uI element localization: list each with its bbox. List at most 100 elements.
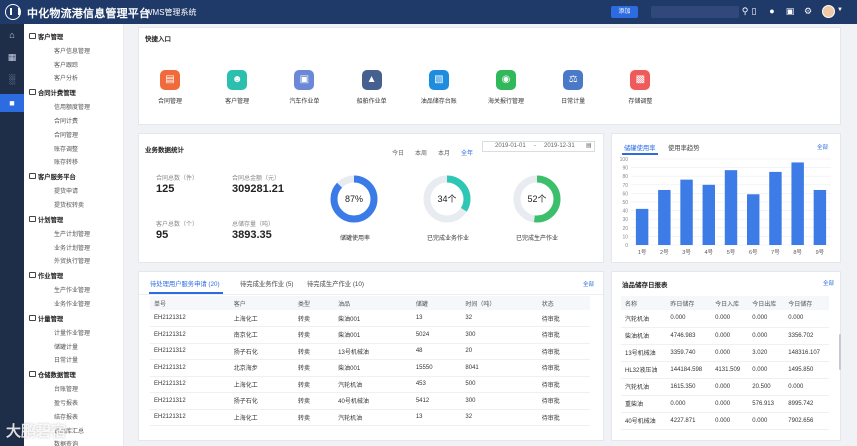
tab-service-requests[interactable]: 待处理用户服务申请 (20) <box>150 279 220 288</box>
x-tick-label: 9号 <box>816 249 825 256</box>
table-row[interactable]: 汽轮机油 1615.350 0.000 20.500 0.000 <box>621 378 829 396</box>
table-cell: 0.000 <box>711 378 749 396</box>
ring-value: 87% <box>345 194 363 204</box>
table-cell: 柴油001 <box>334 310 412 327</box>
table-row[interactable]: HL32液压油 144184.598 4131.509 0.000 1495.850 <box>621 361 829 379</box>
column-header[interactable]: 今日入库 <box>711 296 749 310</box>
inventory-title: 油品储存日报表 <box>622 282 668 289</box>
table-cell: 4227.871 <box>666 412 712 430</box>
table-row[interactable]: EH2121312 北京海步 转卖 柴油001 15550 8041 待审批 <box>150 359 590 377</box>
table-cell: 48 <box>411 343 462 360</box>
column-header[interactable]: 名称 <box>621 296 667 310</box>
table-cell: 扬子石化 <box>229 343 294 360</box>
table-cell: 0.000 <box>666 395 712 413</box>
tank-usage-chart: 0 10 20 30 40 50 60 70 80 90 100 1号 2号 3号 4号 5号 6号 7号 8号 9号 <box>620 157 831 256</box>
table-cell: 453 <box>411 376 462 393</box>
table-cell: 0.000 <box>748 310 785 328</box>
inventory-more-link[interactable]: 全部 <box>823 279 834 287</box>
table-header: 名称 昨日储存 今日入库 今日出库 今日储存 <box>621 296 829 310</box>
table-cell: 13 <box>411 409 462 426</box>
table-cell: 转卖 <box>293 326 335 344</box>
y-tick-label: 30 <box>622 217 628 223</box>
bar <box>769 171 782 245</box>
table-cell: EH2121312 <box>150 310 230 327</box>
bar <box>791 162 804 245</box>
table-row[interactable]: EH2121312 上海化工 转卖 柴油001 13 32 待审批 <box>150 310 590 327</box>
table-cell: 汽轮机油 <box>334 409 412 426</box>
table-cell: 南京化工 <box>229 326 294 344</box>
table-row[interactable]: 柴油机油 4746.983 0.000 0.000 3356.702 <box>621 327 829 345</box>
column-header[interactable]: 时间（吨） <box>461 296 538 310</box>
table-cell: 0.000 <box>711 310 749 328</box>
bar <box>702 184 715 245</box>
table-cell: 柴油001 <box>334 359 412 377</box>
tasks-more-link[interactable]: 全部 <box>583 280 594 288</box>
bar <box>724 170 738 245</box>
ring-value: 52个 <box>527 194 546 204</box>
column-header[interactable]: 昨日储存 <box>666 296 712 310</box>
ring-label-production: 已完成生产作业 <box>515 236 558 242</box>
table-cell: 0.000 <box>784 378 829 396</box>
table-cell: 300 <box>461 392 538 410</box>
column-header[interactable]: 油品 <box>334 296 412 310</box>
y-tick-label: 0 <box>625 243 628 249</box>
y-tick-label: 10 <box>622 234 628 240</box>
table-cell: 4131.509 <box>711 361 749 379</box>
y-tick-label: 80 <box>622 174 628 180</box>
bar <box>658 189 671 245</box>
table-cell: 0.000 <box>711 327 749 345</box>
y-tick-label: 100 <box>620 157 629 163</box>
y-tick-label: 90 <box>622 166 628 172</box>
table-row[interactable]: 13号机械油 3359.740 0.000 3.020 148316.107 <box>621 344 829 362</box>
table-cell: EH2121312 <box>150 392 230 410</box>
table-row[interactable]: EH2121312 南京化工 转卖 柴油001 5024 300 待审批 <box>150 326 590 344</box>
y-tick-label: 50 <box>622 200 628 206</box>
table-row[interactable]: EH2121312 扬子石化 转卖 13号机械油 48 20 待审批 <box>150 343 590 360</box>
table-row[interactable]: 40号机械油 4227.871 0.000 0.000 7902.656 <box>621 412 829 430</box>
tab-production-tasks[interactable]: 待完成生产作业 (10) <box>307 279 364 288</box>
tab-tank-usage[interactable]: 储罐使用率 <box>624 143 655 152</box>
table-cell: 待审批 <box>537 392 590 410</box>
table-cell: 32 <box>461 409 538 426</box>
column-header[interactable]: 状态 <box>537 296 590 310</box>
table-row[interactable]: 汽轮机油 0.000 0.000 0.000 0.000 <box>621 310 829 328</box>
table-cell: 待审批 <box>537 409 590 426</box>
column-header[interactable]: 今日储存 <box>784 296 829 310</box>
table-cell: 待审批 <box>537 376 590 393</box>
tank-more-link[interactable]: 全部 <box>817 143 828 151</box>
table-cell: 0.000 <box>711 395 749 413</box>
table-row[interactable]: EH2121312 上海化工 转卖 汽轮机油 453 500 待审批 <box>150 376 590 393</box>
watermark: 大鹏碧宿 <box>6 423 67 440</box>
table-cell: 柴油001 <box>334 326 412 344</box>
tab-divider <box>139 294 603 295</box>
column-header[interactable]: 今日出库 <box>748 296 785 310</box>
table-cell: 144184.598 <box>666 361 712 379</box>
table-row[interactable]: EH2121312 上海化工 转卖 汽轮机油 13 32 待审批 <box>150 409 590 426</box>
table-cell: 0.000 <box>748 412 785 430</box>
table-cell: 8995.742 <box>784 395 829 413</box>
table-row[interactable]: 重柴油 0.000 0.000 576.913 8995.742 <box>621 395 829 413</box>
column-header[interactable]: 类型 <box>293 296 335 310</box>
table-cell: 扬子石化 <box>229 392 294 410</box>
table-cell: 0.000 <box>666 310 712 328</box>
column-header[interactable]: 客户 <box>229 296 294 310</box>
table-cell: 5412 <box>411 392 462 410</box>
tab-usage-trend[interactable]: 使用率趋势 <box>668 143 699 152</box>
column-header[interactable]: 储罐 <box>411 296 462 310</box>
x-tick-label: 1号 <box>638 249 647 256</box>
table-row[interactable]: EH2121312 扬子石化 转卖 40号机械油 5412 300 待审批 <box>150 392 590 410</box>
table-cell: 转卖 <box>293 359 335 377</box>
table-cell: 1495.850 <box>784 361 829 379</box>
table-cell: 20.500 <box>748 378 785 396</box>
x-tick-label: 4号 <box>704 249 713 256</box>
table-cell: 北京海步 <box>229 359 294 377</box>
table-cell: 3.020 <box>748 344 785 362</box>
tab-business-tasks[interactable]: 待完成业务作业 (5) <box>240 279 294 288</box>
table-cell: EH2121312 <box>150 409 230 426</box>
table-cell: 3359.740 <box>666 344 712 362</box>
scrollbar[interactable] <box>839 334 841 370</box>
table-cell: 13号机械油 <box>621 344 667 362</box>
table-cell: 待审批 <box>537 343 590 360</box>
bar <box>813 189 827 245</box>
column-header[interactable]: 单号 <box>150 296 230 310</box>
